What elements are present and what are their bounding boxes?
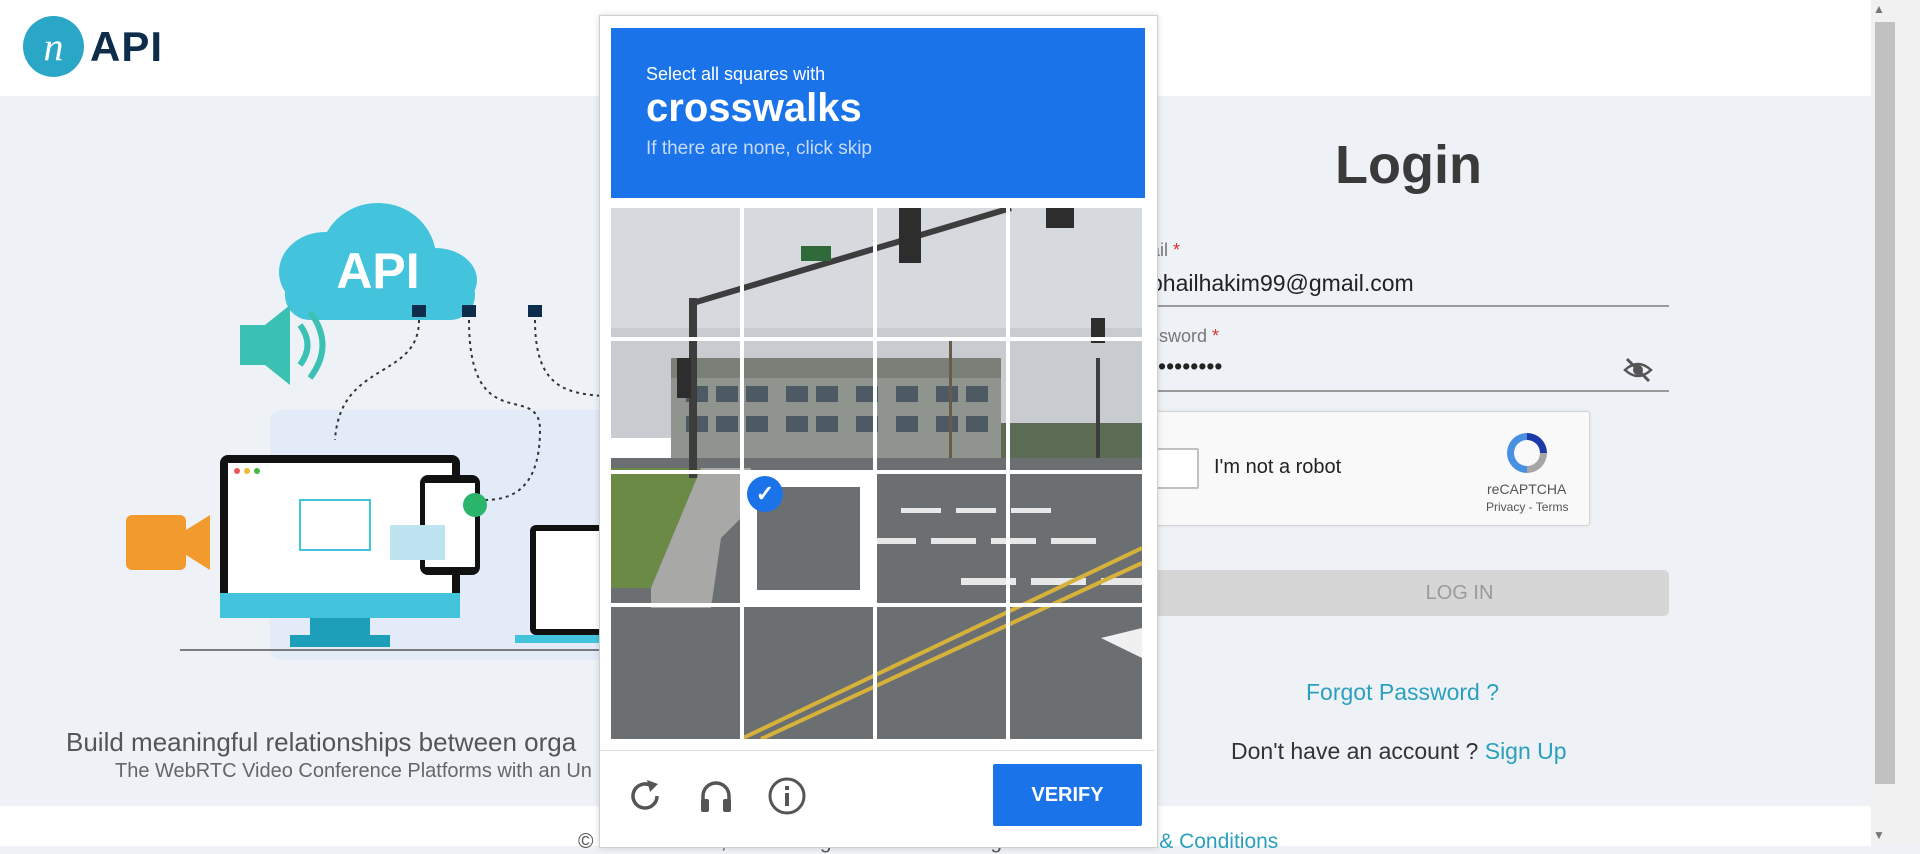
eye-off-icon[interactable] bbox=[1622, 356, 1654, 384]
logo-icon: n bbox=[23, 16, 84, 77]
forgot-password-link[interactable]: Forgot Password ? bbox=[1306, 679, 1499, 706]
recaptcha-terms-link[interactable]: Privacy - Terms bbox=[1486, 500, 1568, 514]
captcha-tile-15[interactable] bbox=[877, 607, 1006, 736]
recaptcha-logo-icon bbox=[1507, 433, 1547, 473]
svg-text:API: API bbox=[336, 243, 419, 299]
no-account-text: Don't have an account ? bbox=[1231, 738, 1479, 764]
speaker-icon bbox=[240, 305, 326, 385]
captcha-instruction: Select all squares with bbox=[646, 64, 826, 84]
recaptcha-brand: reCAPTCHA bbox=[1487, 481, 1567, 497]
captcha-tile-2[interactable] bbox=[744, 208, 873, 337]
cloud-icon: API bbox=[279, 203, 477, 320]
audio-headphones-icon[interactable] bbox=[696, 776, 736, 816]
captcha-target: crosswalks bbox=[646, 86, 862, 130]
login-title: Login bbox=[1335, 135, 1482, 195]
sign-up-link[interactable]: Sign Up bbox=[1485, 738, 1567, 764]
password-underline bbox=[1150, 390, 1669, 392]
recaptcha-checkbox[interactable] bbox=[1155, 448, 1199, 489]
captcha-tile-8[interactable] bbox=[1010, 341, 1139, 470]
captcha-tile-11[interactable] bbox=[877, 474, 1006, 603]
recaptcha-label: I'm not a robot bbox=[1214, 456, 1342, 478]
tile-selected-check-icon: ✓ bbox=[747, 476, 783, 512]
scroll-down-arrow-icon[interactable]: ▼ bbox=[1873, 828, 1885, 842]
captcha-tile-1[interactable] bbox=[611, 208, 740, 337]
verify-button[interactable]: VERIFY bbox=[993, 764, 1142, 826]
login-button[interactable]: LOG IN bbox=[1150, 570, 1669, 616]
captcha-tile-13[interactable] bbox=[611, 607, 740, 736]
hero-illustration: API bbox=[126, 203, 640, 660]
logo[interactable]: n API bbox=[23, 16, 163, 77]
captcha-tile-5[interactable] bbox=[611, 341, 740, 470]
email-underline bbox=[1150, 305, 1669, 307]
captcha-image-grid bbox=[611, 208, 1142, 739]
captcha-tile-16[interactable] bbox=[1010, 607, 1139, 736]
captcha-divider bbox=[600, 750, 1155, 751]
captcha-header: Select all squares with crosswalks If th… bbox=[611, 28, 1145, 198]
captcha-tile-12[interactable] bbox=[1010, 474, 1139, 603]
camera-icon bbox=[126, 515, 210, 570]
reload-icon[interactable] bbox=[625, 776, 665, 816]
captcha-tile-4[interactable] bbox=[1010, 208, 1139, 337]
signup-row: Don't have an account ? Sign Up bbox=[1231, 738, 1567, 765]
tagline: Build meaningful relationships between o… bbox=[66, 727, 577, 757]
captcha-tile-14[interactable] bbox=[744, 607, 873, 736]
captcha-tile-6[interactable] bbox=[744, 341, 873, 470]
captcha-tile-3[interactable] bbox=[877, 208, 1006, 337]
email-field[interactable]: ohailhakim99@gmail.com bbox=[1150, 270, 1414, 297]
sub-tagline: The WebRTC Video Conference Platforms wi… bbox=[115, 760, 592, 782]
captcha-tile-7[interactable] bbox=[877, 341, 1006, 470]
scrollbar-thumb[interactable] bbox=[1875, 22, 1895, 784]
logo-text: API bbox=[90, 22, 164, 70]
captcha-tile-9[interactable] bbox=[611, 474, 740, 603]
password-field[interactable]: ••••••••• bbox=[1150, 353, 1222, 380]
captcha-hint: If there are none, click skip bbox=[646, 138, 872, 159]
password-label: ssword * bbox=[1150, 326, 1220, 346]
scroll-up-arrow-icon[interactable]: ▲ bbox=[1873, 2, 1885, 16]
info-icon[interactable] bbox=[767, 776, 807, 816]
